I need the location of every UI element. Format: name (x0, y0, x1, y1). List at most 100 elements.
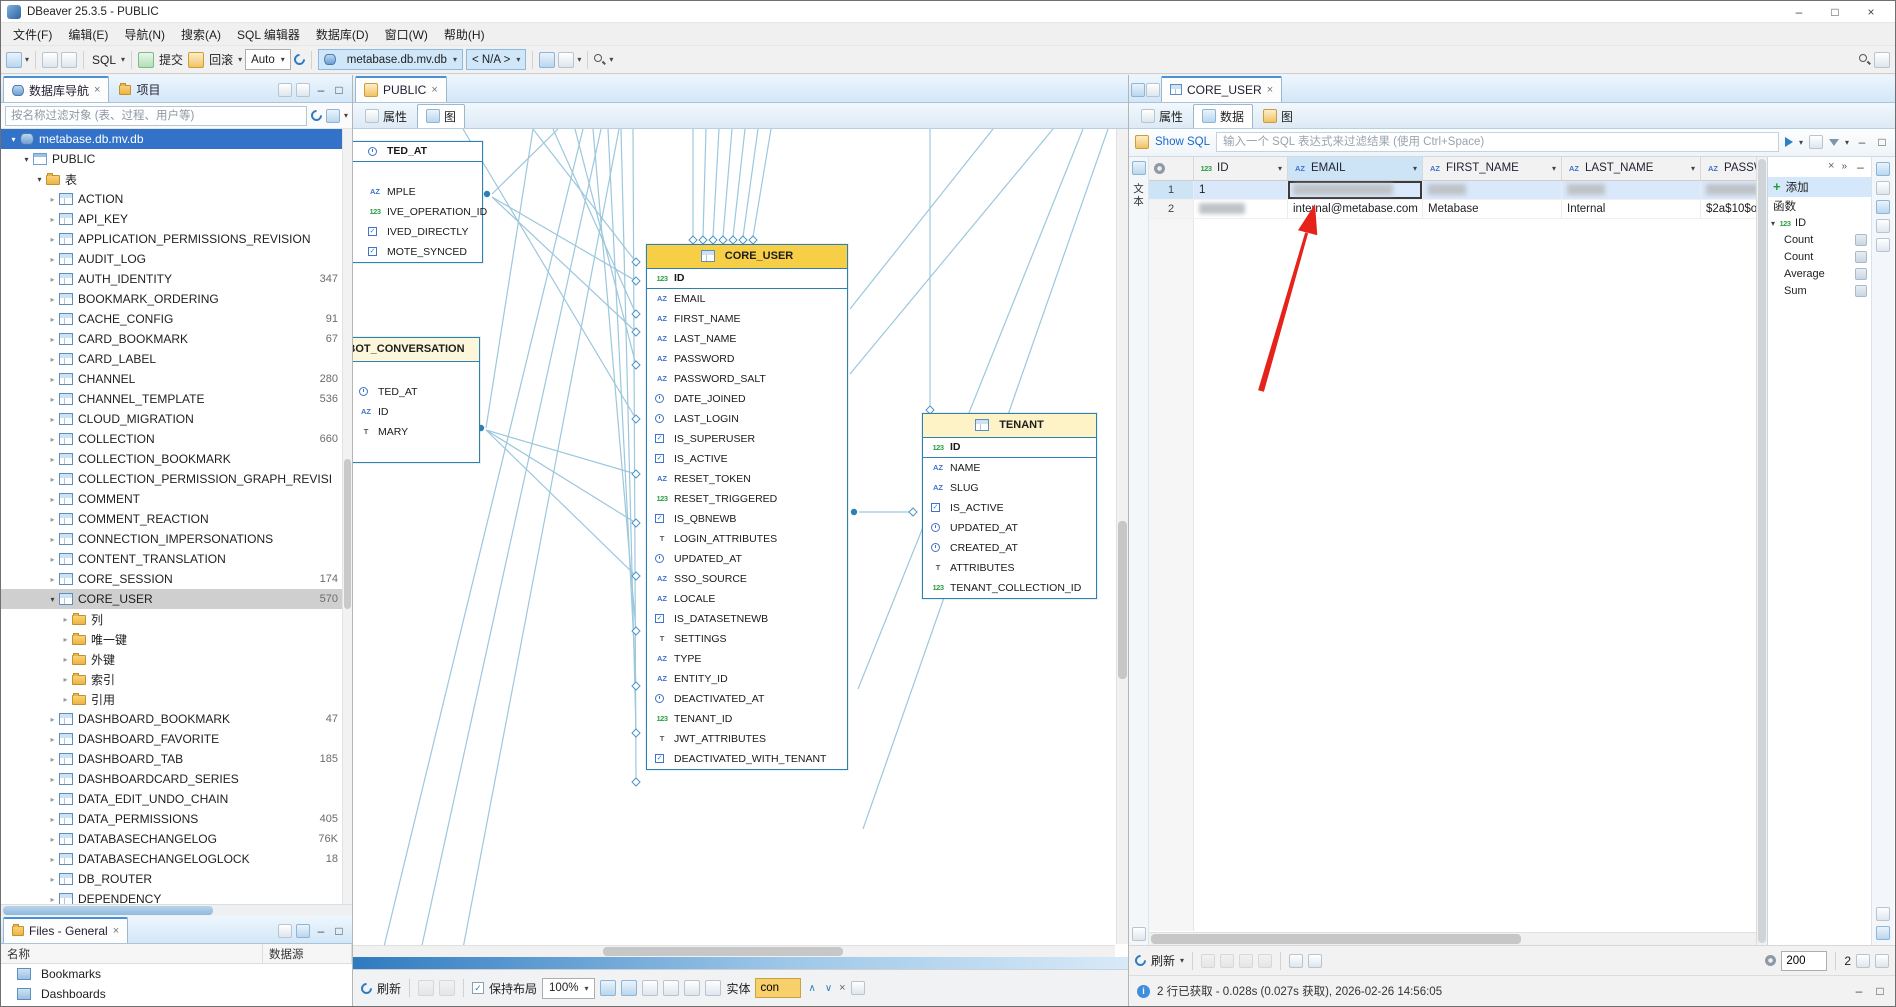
erd-entity-clip1[interactable]: TED_ATAZMPLE123IVE_OPERATION_ID✓IVED_DIR… (353, 141, 483, 263)
entity-column[interactable]: TJWT_ATTRIBUTES (647, 729, 847, 749)
rollback-button[interactable]: 回滚 (207, 51, 235, 68)
tree-item[interactable]: ▸CARD_BOOKMARK67 (1, 329, 352, 349)
expand-arrow-icon[interactable]: ▸ (46, 375, 59, 384)
commit-icon[interactable] (138, 52, 154, 68)
grid-toggle-icon[interactable] (642, 980, 658, 996)
metadata-panel-icon[interactable] (1876, 219, 1890, 233)
menu-item[interactable]: 导航(N) (116, 24, 173, 45)
duplicate-row-icon[interactable] (1220, 954, 1234, 968)
minimize-panel-icon[interactable]: – (1855, 135, 1869, 149)
expand-arrow-icon[interactable]: ▸ (46, 315, 59, 324)
menu-item[interactable]: SQL 编辑器 (229, 24, 308, 45)
tree-item[interactable]: ▸DASHBOARD_BOOKMARK47 (1, 709, 352, 729)
panel-settings-icon[interactable] (1876, 907, 1890, 921)
function-item[interactable]: Count (1768, 249, 1871, 266)
entity-column[interactable]: TED_AT (353, 142, 482, 162)
fetch-all-icon[interactable] (1875, 954, 1889, 968)
pin-editor-icon[interactable] (1146, 83, 1160, 97)
export-data-icon[interactable] (1289, 954, 1303, 968)
erd-canvas[interactable]: TED_ATAZMPLE123IVE_OPERATION_ID✓IVED_DIR… (353, 129, 1128, 957)
files-refresh-icon[interactable] (296, 924, 310, 938)
entity-column[interactable]: AZRESET_TOKEN (647, 469, 847, 489)
column-header-last_name[interactable]: AZLAST_NAME▾ (1562, 157, 1701, 180)
files-column-datasource[interactable]: 数据源 (263, 944, 352, 963)
entity-column[interactable]: AZLAST_NAME (647, 329, 847, 349)
expand-arrow-icon[interactable]: ▸ (46, 295, 59, 304)
entity-column[interactable]: 123ID (923, 438, 1096, 458)
fetch-settings-icon[interactable] (1765, 955, 1776, 966)
expand-arrow-icon[interactable]: ▸ (46, 875, 59, 884)
filter-funnel-icon[interactable] (1829, 139, 1839, 146)
entity-column[interactable]: CREATED_AT (923, 538, 1096, 558)
expand-arrow-icon[interactable]: ▸ (46, 515, 59, 524)
entity-column[interactable] (353, 162, 482, 182)
expand-arrow-icon[interactable]: ▾ (20, 155, 33, 164)
editor-menu-icon[interactable] (1131, 83, 1145, 97)
entity-column[interactable]: 123TENANT_COLLECTION_ID (923, 578, 1096, 598)
close-icon[interactable]: × (113, 925, 119, 937)
subtab-properties[interactable]: 属性 (1132, 104, 1192, 128)
entity-column[interactable]: ✓IS_SUPERUSER (647, 429, 847, 449)
entity-column[interactable] (353, 362, 479, 382)
maximize-panel-icon[interactable]: □ (332, 83, 346, 97)
expand-arrow-icon[interactable]: ▸ (46, 335, 59, 344)
tree-item[interactable]: ▾CORE_USER570 (1, 589, 352, 609)
erd-entity-bot[interactable]: BOT_CONVERSATIONTED_ATAZIDTMARY (353, 337, 480, 463)
sync-icon[interactable] (309, 108, 325, 124)
function-item[interactable]: Count (1768, 232, 1871, 249)
expand-arrow-icon[interactable]: ▸ (46, 235, 59, 244)
diagram-refresh-label[interactable]: 刷新 (377, 980, 401, 997)
value-viewer-panel-icon[interactable] (1876, 162, 1890, 176)
tree-item[interactable]: ▸索引 (1, 669, 352, 689)
tree-item[interactable]: ▸DATA_EDIT_UNDO_CHAIN (1, 789, 352, 809)
expand-arrow-icon[interactable]: ▸ (46, 815, 59, 824)
entity-column[interactable]: ✓IS_ACTIVE (647, 449, 847, 469)
autocommit-select[interactable]: Auto ▾ (245, 49, 291, 70)
database-select[interactable]: metabase.db.mv.db ▾ (318, 49, 463, 70)
gear-icon[interactable] (1154, 163, 1165, 174)
tree-item[interactable]: ▸API_KEY (1, 209, 352, 229)
expand-arrow-icon[interactable]: ▸ (46, 555, 59, 564)
new-script-icon[interactable] (42, 52, 58, 68)
menu-item[interactable]: 文件(F) (5, 24, 60, 45)
tree-item[interactable]: ▸ACTION (1, 189, 352, 209)
zoom-out-icon[interactable] (600, 980, 616, 996)
tree-item[interactable]: ▾PUBLIC (1, 149, 352, 169)
search-next-icon[interactable]: ∨ (823, 983, 834, 994)
maximize-panel-icon[interactable]: □ (332, 924, 346, 938)
expand-arrow-icon[interactable]: ▸ (46, 275, 59, 284)
entity-column[interactable]: TMARY (353, 422, 479, 442)
tree-item[interactable]: ▸APPLICATION_PERMISSIONS_REVISION (1, 229, 352, 249)
entity-column[interactable] (353, 442, 479, 462)
erd-entity-tenant[interactable]: TENANT123IDAZNAMEAZSLUG✓IS_ACTIVEUPDATED… (922, 413, 1097, 599)
expand-panel-icon[interactable]: » (1839, 161, 1849, 172)
grid-horizontal-scrollbar[interactable] (1149, 932, 1756, 945)
data-cell[interactable] (1194, 200, 1288, 218)
grouping-panel-icon[interactable] (1876, 181, 1890, 195)
refresh-caret-icon[interactable]: ▾ (1180, 956, 1184, 965)
tree-item[interactable]: ▸COMMENT (1, 489, 352, 509)
entity-column[interactable]: AZFIRST_NAME (647, 309, 847, 329)
undo-diagram-icon[interactable] (439, 980, 455, 996)
entity-column[interactable]: AZID (353, 402, 479, 422)
rollback-icon[interactable] (188, 52, 204, 68)
data-cell[interactable] (1701, 181, 1756, 199)
tree-item[interactable]: ▸DASHBOARD_FAVORITE (1, 729, 352, 749)
data-cell[interactable]: Internal (1562, 200, 1701, 218)
tree-item[interactable]: ▸唯一键 (1, 629, 352, 649)
tree-item[interactable]: ▸DATABASECHANGELOG76K (1, 829, 352, 849)
close-icon[interactable]: × (431, 84, 437, 96)
filter-settings-icon[interactable] (326, 109, 340, 123)
filter-history-caret-icon[interactable]: ▾ (1799, 138, 1803, 147)
entity-column[interactable]: 123ID (647, 269, 847, 289)
data-options-icon[interactable] (1308, 954, 1322, 968)
erd-entity-core_user[interactable]: CORE_USER123IDAZEMAILAZFIRST_NAMEAZLAST_… (646, 244, 848, 770)
entity-column[interactable]: DATE_JOINED (647, 389, 847, 409)
expand-arrow-icon[interactable]: ▸ (46, 835, 59, 844)
menu-item[interactable]: 帮助(H) (436, 24, 493, 45)
entity-column[interactable]: DEACTIVATED_AT (647, 689, 847, 709)
subtab-diagram[interactable]: 图 (1254, 104, 1302, 128)
add-row-icon[interactable] (1201, 954, 1215, 968)
tree-horizontal-scrollbar[interactable] (1, 904, 352, 916)
tree-item[interactable]: ▸CARD_LABEL (1, 349, 352, 369)
